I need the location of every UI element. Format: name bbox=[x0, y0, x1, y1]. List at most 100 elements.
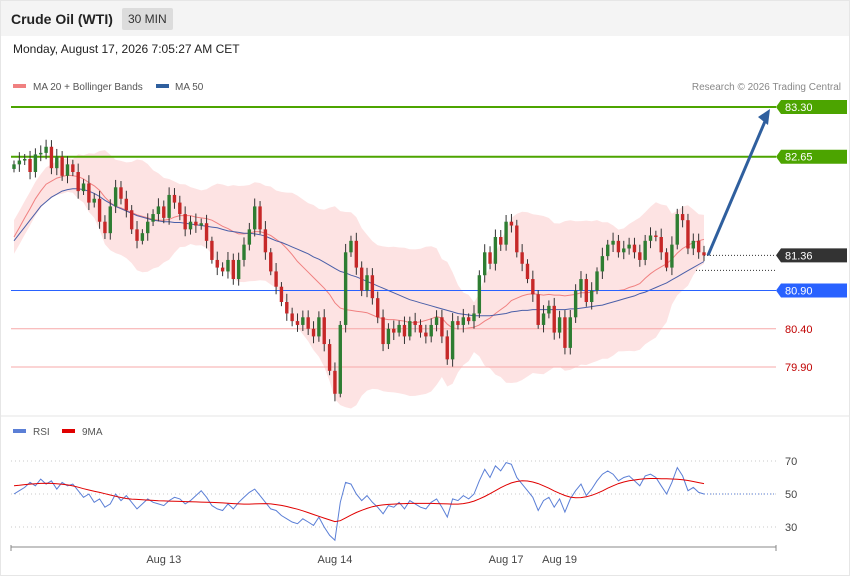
candle-body bbox=[301, 317, 305, 325]
candle-body bbox=[381, 317, 385, 345]
candle-body bbox=[611, 240, 615, 245]
x-tick-label: Aug 19 bbox=[542, 554, 577, 566]
candle-body bbox=[434, 317, 439, 325]
candle-body bbox=[643, 240, 647, 260]
candle-body bbox=[226, 259, 230, 272]
candle-body bbox=[499, 237, 503, 245]
candle-body bbox=[472, 313, 476, 322]
candle-body bbox=[627, 244, 631, 249]
candle-body bbox=[424, 332, 428, 337]
candle-body bbox=[402, 324, 407, 337]
candle-body bbox=[71, 164, 75, 172]
candle-body bbox=[493, 237, 498, 264]
candle-body bbox=[39, 152, 43, 155]
candle-body bbox=[670, 244, 674, 268]
candle-body bbox=[124, 198, 129, 211]
candle-body bbox=[461, 317, 466, 325]
rsi-tick-30: 30 bbox=[785, 522, 797, 534]
candle-body bbox=[638, 252, 642, 260]
ma50-legend-swatch bbox=[156, 84, 169, 88]
candle-body bbox=[349, 240, 353, 253]
level-label-79.90: 79.90 bbox=[785, 362, 813, 374]
candle-body bbox=[156, 206, 161, 215]
candle-body bbox=[274, 271, 278, 287]
research-credit: Research © 2026 Trading Central bbox=[692, 82, 841, 93]
candle-body bbox=[252, 206, 257, 230]
candle-body bbox=[306, 317, 310, 329]
candle-body bbox=[12, 164, 16, 169]
level-label-83.30: 83.30 bbox=[785, 102, 813, 114]
bollinger-band bbox=[14, 150, 704, 409]
level-label-82.65: 82.65 bbox=[785, 152, 813, 164]
candle-body bbox=[397, 324, 401, 333]
candle-body bbox=[632, 244, 637, 253]
candle-body bbox=[140, 233, 145, 241]
candle-body bbox=[616, 240, 621, 253]
x-tick-label: Aug 13 bbox=[146, 554, 181, 566]
candle-body bbox=[482, 252, 487, 276]
candle-body bbox=[199, 223, 203, 226]
candle-body bbox=[466, 317, 471, 322]
rsi-tick-50: 50 bbox=[785, 489, 797, 501]
candle-body bbox=[525, 263, 530, 280]
candle-body bbox=[242, 244, 246, 260]
candle-body bbox=[696, 240, 701, 253]
candle-body bbox=[536, 294, 540, 325]
candle-body bbox=[119, 187, 123, 199]
rsi-line bbox=[13, 462, 705, 542]
candle-body bbox=[691, 240, 696, 249]
candle-body bbox=[456, 321, 460, 325]
candle-body bbox=[429, 324, 433, 337]
rsi-ma-line bbox=[13, 478, 705, 523]
candle-body bbox=[204, 223, 209, 241]
candle-body bbox=[568, 317, 572, 348]
candle-body bbox=[365, 275, 369, 291]
candle-body bbox=[520, 252, 524, 264]
rsi-legend-label: RSI bbox=[33, 427, 50, 438]
candle-body bbox=[322, 317, 326, 345]
candle-body bbox=[108, 206, 112, 234]
candle-body bbox=[285, 302, 289, 314]
candle-body bbox=[376, 298, 380, 318]
candle-body bbox=[654, 235, 658, 237]
projection-layer bbox=[706, 109, 770, 256]
x-axis: Aug 13 Aug 14 Aug 17 Aug 19 bbox=[10, 545, 777, 566]
candle-body bbox=[44, 146, 48, 153]
candle-body bbox=[135, 229, 139, 241]
candle-body bbox=[622, 248, 626, 253]
candle-body bbox=[146, 221, 150, 234]
candle-body bbox=[664, 252, 669, 268]
ma20-legend-label: MA 20 + Bollinger Bands bbox=[33, 82, 143, 93]
candle-body bbox=[333, 370, 337, 394]
candle-body bbox=[28, 159, 32, 172]
rsi-layer: 70 50 30 bbox=[11, 456, 797, 542]
candle-body bbox=[392, 328, 396, 333]
candle-body bbox=[343, 252, 348, 325]
candle-body bbox=[413, 321, 417, 325]
candle-body bbox=[236, 259, 241, 280]
candle-body bbox=[686, 220, 690, 249]
candle-body bbox=[515, 225, 519, 253]
level-label-80.40: 80.40 bbox=[785, 324, 813, 336]
candle-body bbox=[547, 305, 551, 314]
bollinger-band-layer bbox=[14, 150, 704, 409]
candle-body bbox=[702, 252, 706, 256]
candle-body bbox=[22, 159, 27, 161]
ma9-legend-label: 9MA bbox=[82, 427, 103, 438]
candle-body bbox=[210, 240, 214, 260]
candle-body bbox=[584, 279, 589, 302]
candle-body bbox=[573, 290, 578, 318]
candle-body bbox=[408, 321, 412, 337]
candle-body bbox=[183, 214, 187, 230]
candle-body bbox=[103, 221, 107, 234]
candle-body bbox=[87, 183, 91, 203]
candle-body bbox=[65, 164, 70, 176]
candle-body bbox=[290, 313, 294, 322]
candle-body bbox=[269, 252, 273, 272]
candle-body bbox=[606, 244, 610, 257]
candle-body bbox=[557, 317, 562, 333]
candle-body bbox=[178, 202, 182, 215]
candle-body bbox=[188, 221, 193, 230]
candle-body bbox=[49, 146, 54, 169]
candle-body bbox=[258, 206, 262, 230]
